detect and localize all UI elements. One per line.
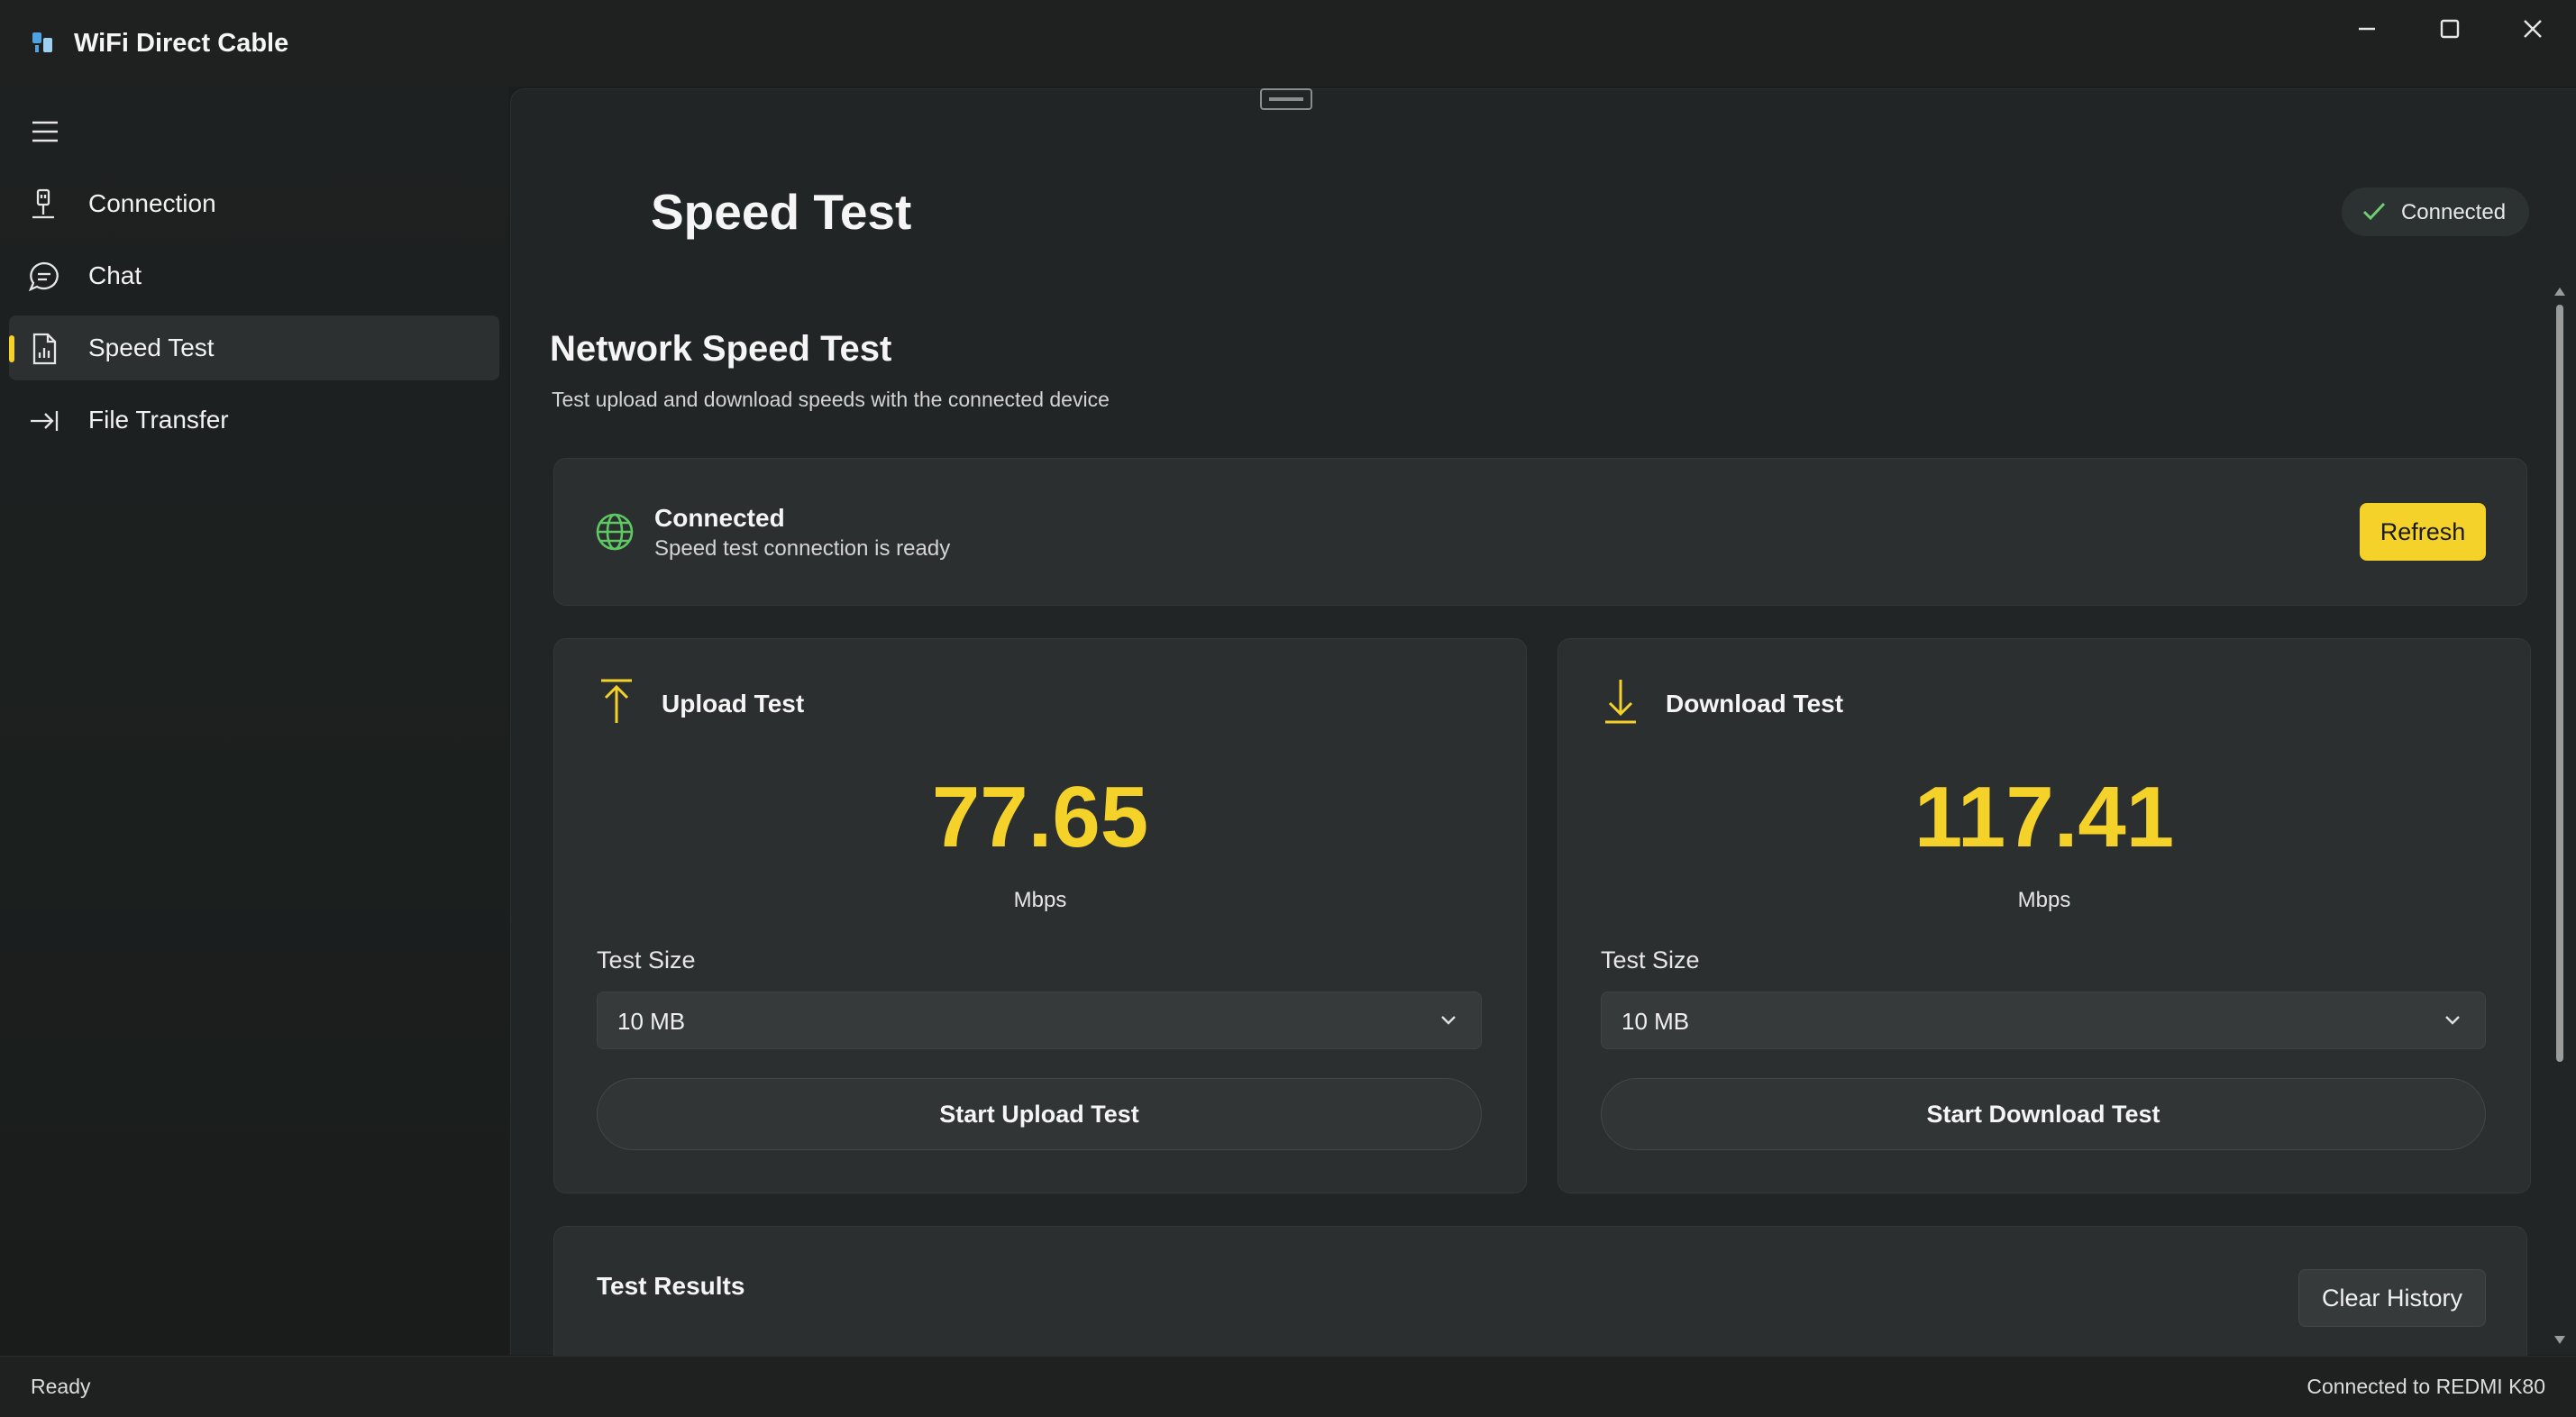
connection-status-text: Connected to REDMI K80 [2307,1375,2545,1398]
download-arrow-icon [1603,678,1639,729]
sidebar-item-label: File Transfer [88,406,229,434]
scroll-up-icon[interactable] [2553,285,2567,299]
minimize-button[interactable] [2325,0,2408,58]
status-text: Ready [31,1375,91,1398]
hamburger-button[interactable] [27,114,63,150]
upload-arrow-icon [598,678,635,729]
maximize-button[interactable] [2408,0,2491,58]
window-title: WiFi Direct Cable [74,29,289,58]
scrollbar-thumb[interactable] [2556,305,2563,1062]
start-download-test-button[interactable]: Start Download Test [1601,1078,2486,1150]
sidebar-item-label: Chat [88,261,142,289]
start-upload-test-button[interactable]: Start Upload Test [597,1078,1482,1150]
upload-test-title: Upload Test [662,690,805,718]
page-title: Speed Test [651,184,912,240]
download-speed-unit: Mbps [2017,888,2071,912]
upload-speed-value: 77.65 [931,769,1149,865]
checkmark-icon [2362,202,2386,221]
status-badge-label: Connected [2400,200,2507,224]
sidebar-item-speed-test[interactable]: Speed Test [9,315,499,380]
refresh-button[interactable]: Refresh [2360,503,2486,561]
clear-history-button[interactable]: Clear History [2298,1269,2486,1327]
cable-app-icon [29,29,58,58]
status-bar [0,1356,2576,1417]
download-size-value: 10 MB [1621,1008,1690,1035]
upload-speed-unit: Mbps [1013,888,1067,912]
download-speed-value: 117.41 [1914,769,2175,865]
active-indicator [9,335,14,362]
section-subtitle: Test upload and download speeds with the… [552,388,1110,411]
sidebar-item-label: Speed Test [88,334,215,361]
minimize-icon [2359,27,2375,31]
upload-size-label: Test Size [597,946,696,974]
section-title: Network Speed Test [550,329,892,369]
upload-size-value: 10 MB [617,1008,686,1035]
connection-subtitle: Speed test connection is ready [654,536,951,561]
hamburger-icon [32,121,58,142]
download-size-label: Test Size [1601,946,1700,974]
chat-bubble-icon [27,260,61,294]
drag-handle[interactable] [1260,88,1312,110]
chart-document-icon [27,332,61,366]
status-badge: Connected [2342,187,2529,236]
connection-title: Connected [654,504,785,532]
test-results-title: Test Results [597,1272,745,1300]
globe-icon [595,512,635,552]
sidebar-item-connection[interactable]: Connection [9,171,499,236]
maximize-icon [2440,19,2460,39]
sidebar-item-chat[interactable]: Chat [9,243,499,308]
chevron-down-icon [1441,1016,1456,1025]
close-button[interactable] [2491,0,2574,58]
arrow-to-line-icon [27,404,61,438]
sidebar-item-label: Connection [88,189,216,217]
download-test-title: Download Test [1666,690,1844,718]
upload-size-dropdown[interactable]: 10 MB [597,992,1482,1049]
connection-card [553,458,2527,606]
title-bar [0,0,2576,87]
sidebar-item-file-transfer[interactable]: File Transfer [9,388,499,453]
usb-plug-icon [27,187,61,222]
close-icon [2524,20,2542,38]
chevron-down-icon [2445,1016,2460,1025]
download-size-dropdown[interactable]: 10 MB [1601,992,2486,1049]
scroll-down-icon[interactable] [2553,1332,2567,1347]
